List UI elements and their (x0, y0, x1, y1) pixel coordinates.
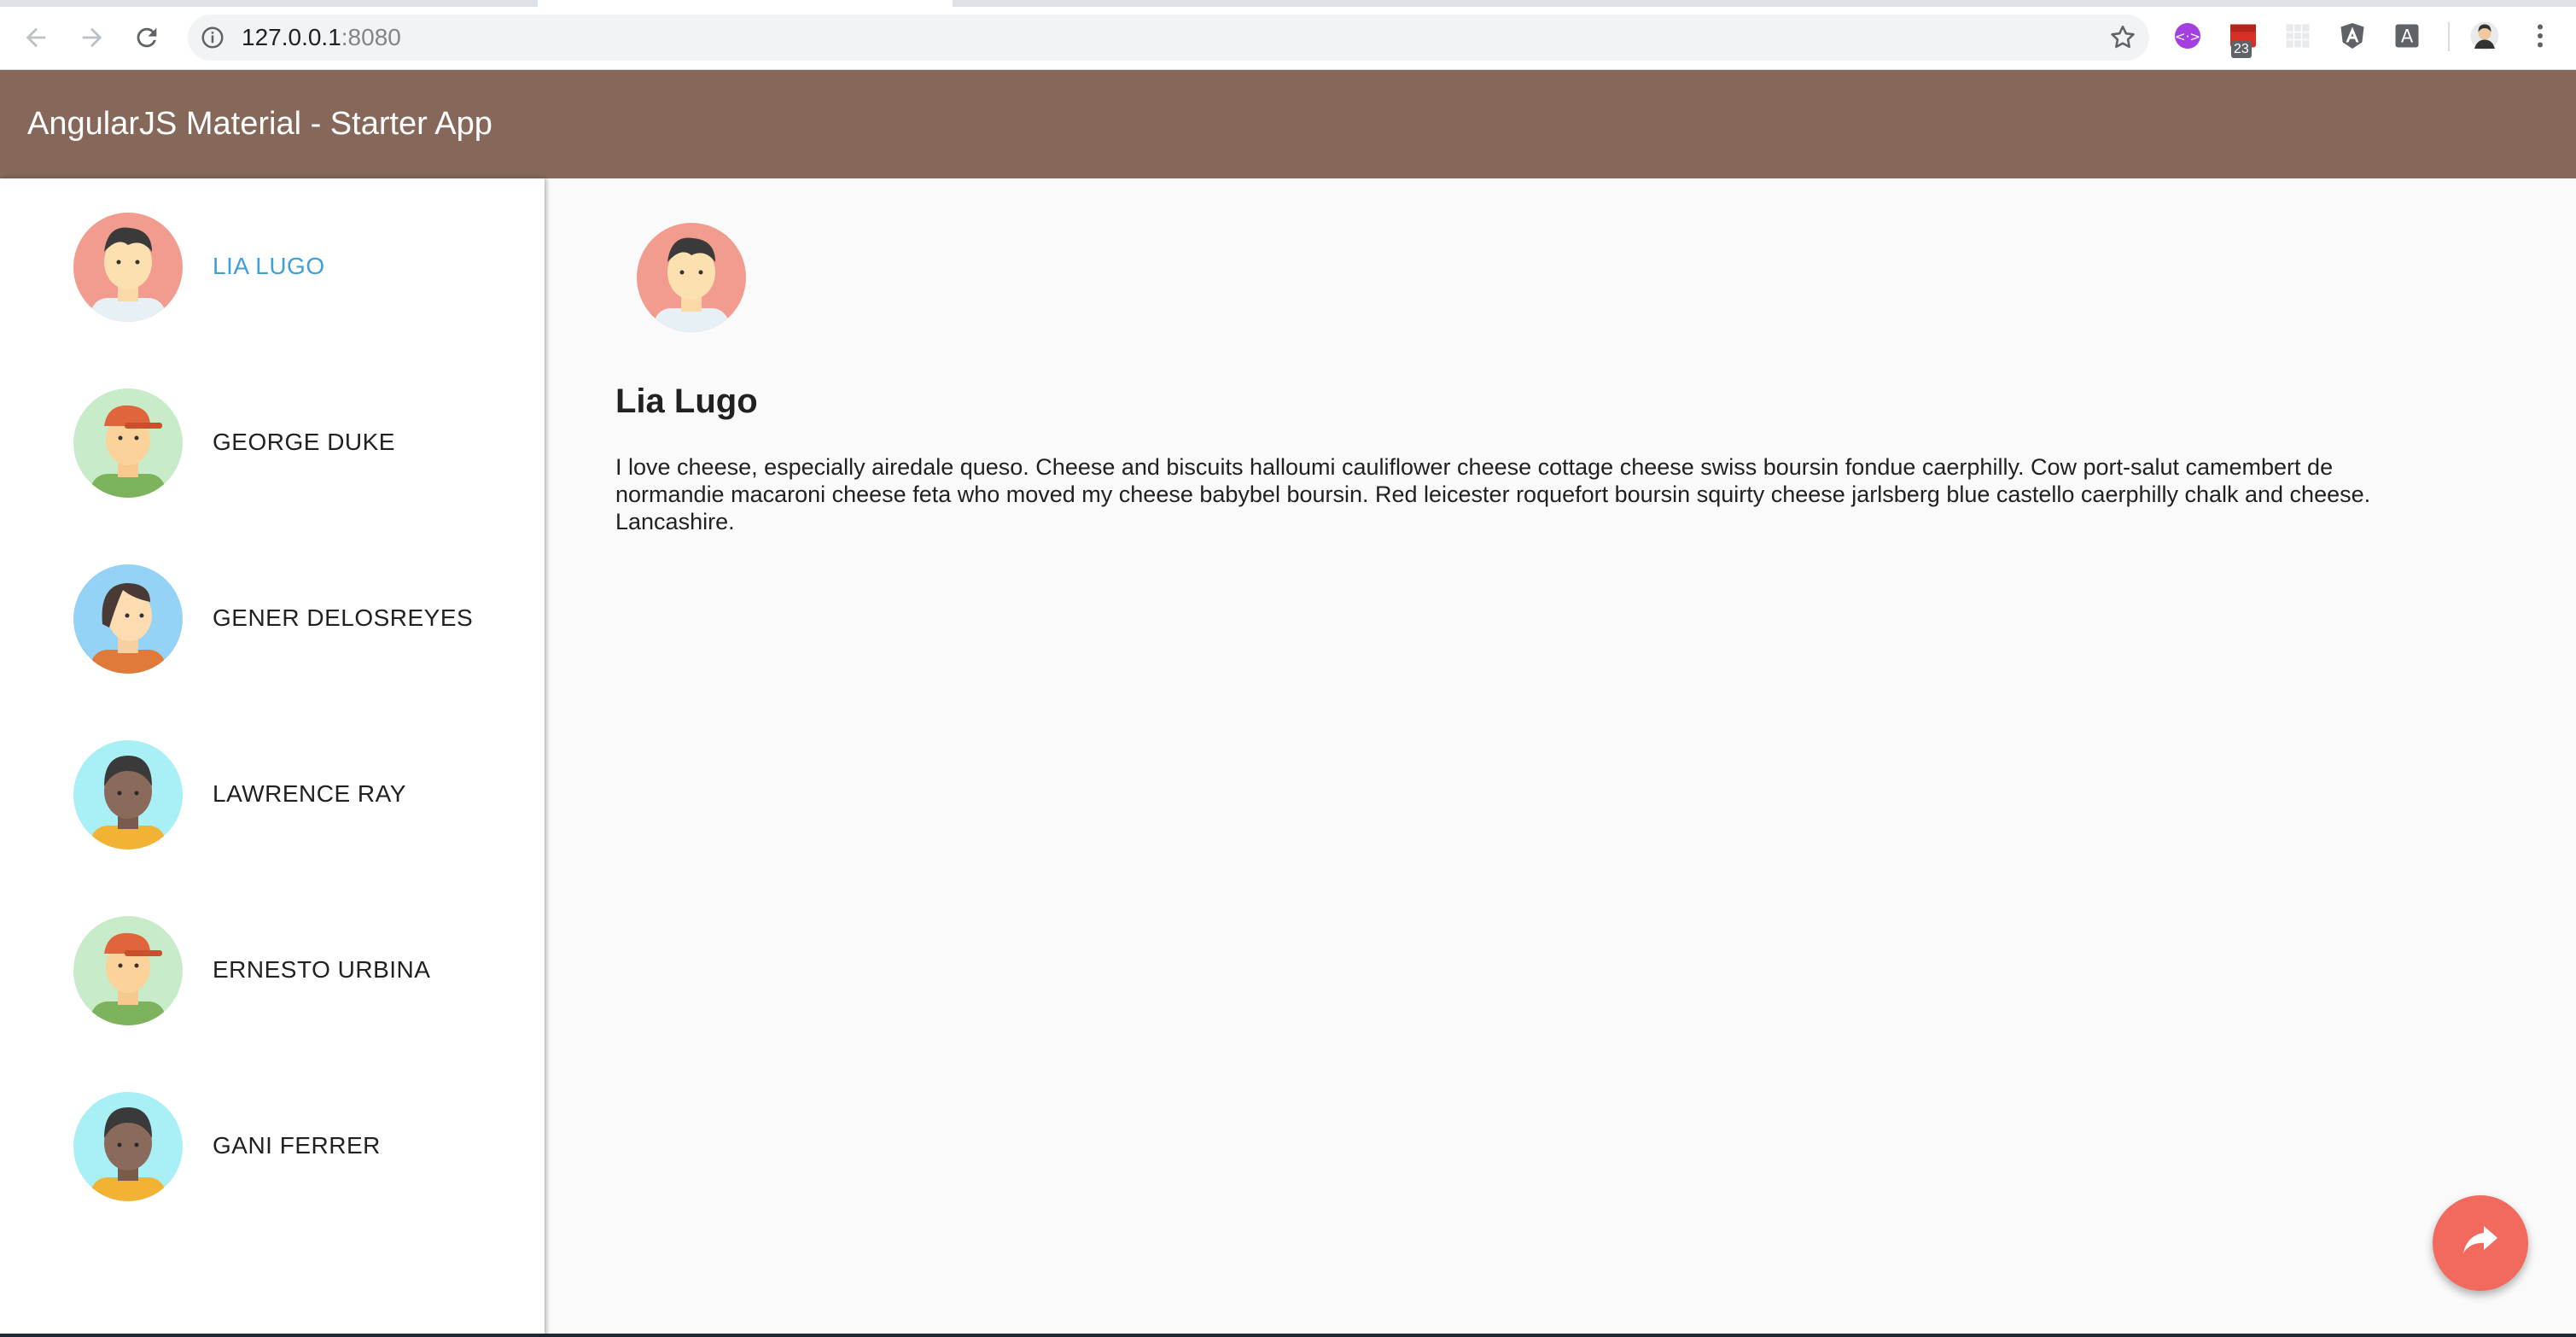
sidebar: LIA LUGO GEORGE DUKE GENER DELOSREYES LA… (0, 178, 545, 1337)
user-list-item[interactable]: GENER DELOSREYES (0, 530, 545, 706)
tab-strip (0, 0, 2576, 7)
extension-grid-icon[interactable] (2282, 20, 2313, 51)
user-list-item[interactable]: LIA LUGO (0, 178, 545, 354)
bookmark-star-icon[interactable] (2108, 23, 2137, 52)
user-name: LIA LUGO (213, 253, 325, 279)
user-list-item[interactable]: LAWRENCE RAY (0, 706, 545, 882)
user-detail: Lia Lugo I love cheese, especially aired… (549, 178, 2576, 1337)
extension-a-icon[interactable]: A (2392, 20, 2422, 51)
avatar-icon (73, 213, 183, 322)
app-toolbar: AngularJS Material - Starter App (0, 70, 2576, 178)
user-name: GENER DELOSREYES (213, 604, 474, 631)
extension-badge: 23 (2231, 41, 2252, 58)
user-list-item[interactable]: GEORGE DUKE (0, 354, 545, 530)
back-icon[interactable] (17, 19, 55, 56)
avatar-icon (73, 740, 183, 849)
detail-avatar-icon (637, 223, 746, 332)
url-port: :8080 (341, 24, 401, 50)
reload-icon[interactable] (128, 19, 166, 56)
share-button[interactable] (2433, 1195, 2528, 1291)
svg-text:A: A (2401, 26, 2414, 47)
avatar-icon (73, 388, 183, 498)
extension-purple-icon[interactable]: <·> (2172, 20, 2203, 51)
user-list-item[interactable]: ERNESTO URBINA (0, 882, 545, 1058)
user-name: LAWRENCE RAY (213, 780, 406, 807)
browser-chrome: 127.0.0.1:8080 <·> 23 A (0, 0, 2576, 70)
active-tab[interactable] (538, 0, 953, 7)
browser-menu-icon[interactable] (2525, 20, 2556, 51)
avatar-icon (73, 1092, 183, 1201)
detail-name: Lia Lugo (615, 382, 758, 420)
bottom-edge (0, 1334, 2576, 1337)
avatar-icon (73, 564, 183, 674)
user-name: ERNESTO URBINA (213, 956, 431, 983)
forward-icon[interactable] (73, 19, 111, 56)
app-title: AngularJS Material - Starter App (27, 106, 492, 142)
url-host: 127.0.0.1 (242, 24, 341, 50)
user-name: GANI FERRER (213, 1132, 381, 1159)
address-bar[interactable]: 127.0.0.1:8080 (188, 15, 2149, 61)
user-list-item[interactable]: GANI FERRER (0, 1058, 545, 1234)
share-icon (2463, 1226, 2497, 1253)
toolbar-separator (2448, 22, 2450, 51)
url-text[interactable]: 127.0.0.1:8080 (242, 24, 401, 51)
extension-angular-icon[interactable] (2337, 20, 2368, 51)
user-name: GEORGE DUKE (213, 429, 395, 455)
info-icon[interactable] (200, 25, 225, 50)
detail-bio: I love cheese, especially airedale queso… (615, 454, 2371, 534)
profile-avatar-icon[interactable] (2469, 20, 2500, 51)
svg-text:<·>: <·> (2175, 29, 2200, 44)
avatar-icon (73, 916, 183, 1025)
